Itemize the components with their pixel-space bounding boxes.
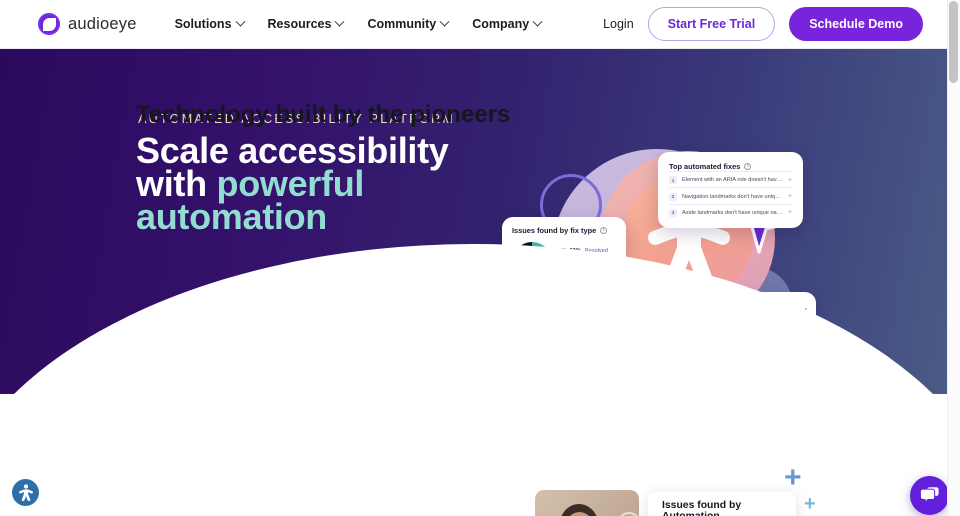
card-title: Top automated fixes [669,162,741,171]
section-heading: Technology built by the pioneers [136,101,511,128]
chevron-down-icon [335,16,345,27]
nav-item-solutions[interactable]: Solutions [174,16,245,31]
header-actions: Login Start Free Trial Schedule Demo [603,7,923,41]
fix-description: Navigation landmarks don't have unique n… [682,193,783,200]
nav-item-resources[interactable]: Resources [267,16,345,31]
site-header: audioeye Solutions Resources Community C… [0,0,947,49]
scrollbar-thumb[interactable] [949,1,958,83]
chevron-down-icon [439,16,450,27]
plus-decoration-icon: + [784,461,802,494]
plus-decoration-icon: + [804,493,816,515]
plus-icon[interactable]: + [788,209,792,216]
top-automated-fixes-card: Top automated fixes i 1 Element with an … [658,152,803,229]
fix-description: Element with an ARIA role doesn't have a… [682,177,783,184]
schedule-demo-button-header[interactable]: Schedule Demo [789,7,923,41]
vertical-scrollbar[interactable] [947,0,960,516]
nav-item-label: Solutions [174,17,232,31]
plus-icon[interactable]: + [788,193,792,200]
nav-item-company[interactable]: Company [472,16,543,31]
chat-bubble-icon [919,487,939,504]
fix-index: 2 [669,192,677,201]
chevron-down-icon [532,16,543,27]
chevron-down-icon [235,16,245,27]
login-link[interactable]: Login [603,17,634,31]
chart-title-row: Issues found by fix type i [512,226,616,235]
plus-icon[interactable]: + [788,177,792,184]
audioeye-logo-icon [38,13,60,35]
issues-found-by-automation-card[interactable]: Issues found by Automation [648,492,796,516]
card-title-row: Top automated fixes i [669,162,792,171]
chat-widget-button[interactable] [910,476,949,515]
person-photo [535,490,639,516]
page-title: Scale accessibility with powerful automa… [136,133,466,235]
fix-row[interactable]: 2 Navigation landmarks don't have unique… [669,187,792,203]
fix-description: Aside landmarks don't have unique names [682,209,783,216]
nav-item-community[interactable]: Community [367,16,450,31]
logo[interactable]: audioeye [38,13,137,35]
nav-item-label: Company [472,17,530,31]
issues-card-label: Issues found by Automation [662,500,742,516]
hero-title-accent2: automation [136,196,327,237]
accessibility-person-icon [18,484,33,501]
info-icon: i [600,227,608,234]
chart-title: Issues found by fix type [512,226,597,235]
start-free-trial-button[interactable]: Start Free Trial [647,7,776,41]
info-icon: i [744,163,752,170]
fix-row[interactable]: 3 Aside landmarks don't have unique name… [669,203,792,220]
fix-row[interactable]: 1 Element with an ARIA role doesn't have… [669,171,792,187]
page-root: audioeye Solutions Resources Community C… [0,0,960,516]
primary-nav: Solutions Resources Community Company [174,16,543,31]
nav-item-label: Community [367,17,437,31]
logo-text: audioeye [68,14,137,33]
fix-index: 3 [669,208,677,217]
accessibility-widget-button[interactable] [12,479,39,506]
fix-index: 1 [669,176,677,185]
photo-decorative-ring [617,512,639,516]
nav-item-label: Resources [267,17,332,31]
